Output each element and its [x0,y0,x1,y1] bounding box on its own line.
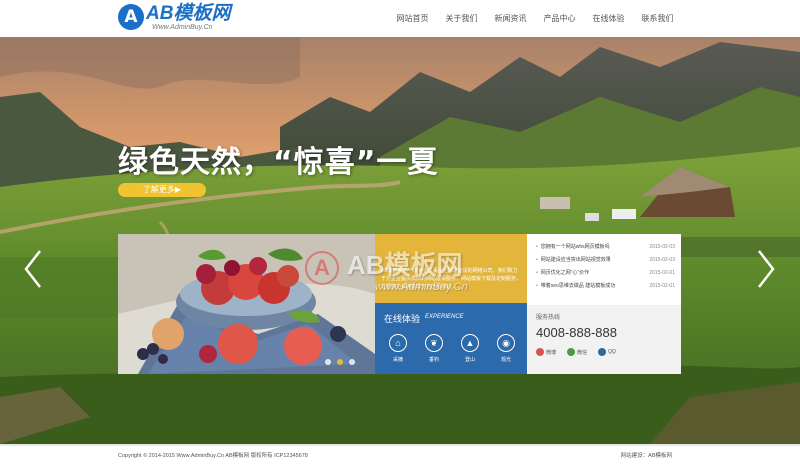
hero-headline: 绿色天然，“惊喜”一夏 [118,145,439,180]
experience-title: 在线体验 [384,314,421,324]
nav-item-products[interactable]: 产品中心 [535,0,584,37]
watermark-subtitle: www.AdminBuy.Cn [375,281,468,293]
contact-block: 服务热线 4008-888-888 微博 微信 QQ [527,305,681,374]
social-links: 微博 微信 QQ [536,348,681,356]
news-title: 您拥有一个网站whs网页模板吗 [540,244,610,250]
news-item[interactable]: • 网站建设应当突出网站视觉效果 2015-02-03 [536,254,675,267]
news-title: 网页优化之网“心”价作 [540,270,590,276]
watermark-logo: A [305,251,339,285]
news-date: 2015-02-03 [649,244,675,250]
news-item[interactable]: • 您拥有一个网站whs网页模板吗 2015-02-03 [536,241,675,254]
wechat-link[interactable]: 微信 [567,348,587,356]
experience-item[interactable]: ⌂ 采摘 [381,334,415,363]
experience-item[interactable]: ◉ 观光 [489,334,523,363]
experience-item[interactable]: ❦ 垂钓 [417,334,451,363]
news-date: 2015-02-01 [649,283,675,289]
wechat-icon [567,348,576,356]
footer: Copyright © 2014-2015 Www.AdminBuy.Cn AB… [0,444,800,465]
mountain-icon: ▲ [461,334,479,352]
watermark: A AB模板网 www.AdminBuy.Cn [305,237,505,307]
logo[interactable]: A AB模板网 Www.AdminBuy.Cn [118,3,233,33]
eye-icon: ◉ [497,334,515,352]
news-list: • 您拥有一个网站whs网页模板吗 2015-02-03 • 网站建设应当突出网站视… [527,234,681,305]
chevron-left-icon[interactable] [22,249,44,289]
hero-banner: 绿色天然，“惊喜”一夏 了解更多▶ AB模板网是一家专业从事企业网站建设的网络公… [0,37,800,444]
news-title: 带着seo思维去做品 建站模板成功 [540,283,616,289]
weibo-icon [536,348,544,356]
news-item[interactable]: • 网页优化之网“心”价作 2015-02-01 [536,267,675,280]
nav-item-about[interactable]: 关于我们 [437,0,486,37]
watermark-text: AB模板网 [347,250,463,280]
news-date: 2015-02-03 [649,257,675,263]
weibo-link[interactable]: 微博 [536,348,556,356]
home-icon: ⌂ [389,334,407,352]
qq-icon [598,348,607,356]
social-label: 微信 [577,349,588,356]
news-item[interactable]: • 带着seo思维去做品 建站模板成功 2015-02-01 [536,280,675,293]
experience-label: 观光 [500,357,511,363]
news-title: 网站建设应当突出网站视觉效果 [540,257,611,263]
logo-subtitle: Www.AdminBuy.Cn [152,24,213,31]
nav-item-experience[interactable]: 在线体验 [584,0,633,37]
chevron-right-icon[interactable] [755,249,777,289]
experience-label: 登山 [464,357,475,363]
hotline-number: 4008-888-888 [536,325,617,340]
copyright: Copyright © 2014-2015 Www.AdminBuy.Cn AB… [118,453,308,459]
learn-more-button[interactable]: 了解更多▶ [118,183,206,197]
main-nav: 网站首页 关于我们 新闻资讯 产品中心 在线体验 联系我们 [388,0,682,37]
social-label: QQ [608,349,616,355]
experience-label: 垂钓 [428,357,439,363]
news-date: 2015-02-01 [649,270,675,276]
experience-item[interactable]: ▲ 登山 [453,334,487,363]
experience-block: 在线体验 EXPERIENCE ⌂ 采摘 ❦ 垂钓 ▲ 登山 ◉ 观光 [375,303,527,374]
nav-item-news[interactable]: 新闻资讯 [486,0,535,37]
nav-item-contact[interactable]: 联系我们 [633,0,682,37]
logo-text: AB模板网 [146,3,231,24]
hotline-label: 服务热线 [536,315,561,321]
leaf-icon: ❦ [425,334,443,352]
social-label: 微博 [546,349,557,356]
logo-mark: A [118,4,144,30]
experience-subtitle: EXPERIENCE [425,314,464,320]
page: A AB模板网 Www.AdminBuy.Cn 网站首页 关于我们 新闻资讯 产… [0,0,800,465]
header: A AB模板网 Www.AdminBuy.Cn 网站首页 关于我们 新闻资讯 产… [0,0,800,37]
nav-item-home[interactable]: 网站首页 [388,0,437,37]
qq-link[interactable]: QQ [598,348,616,356]
footer-link[interactable]: 网站建设：AB模板网 [621,451,672,459]
experience-label: 采摘 [392,357,403,363]
